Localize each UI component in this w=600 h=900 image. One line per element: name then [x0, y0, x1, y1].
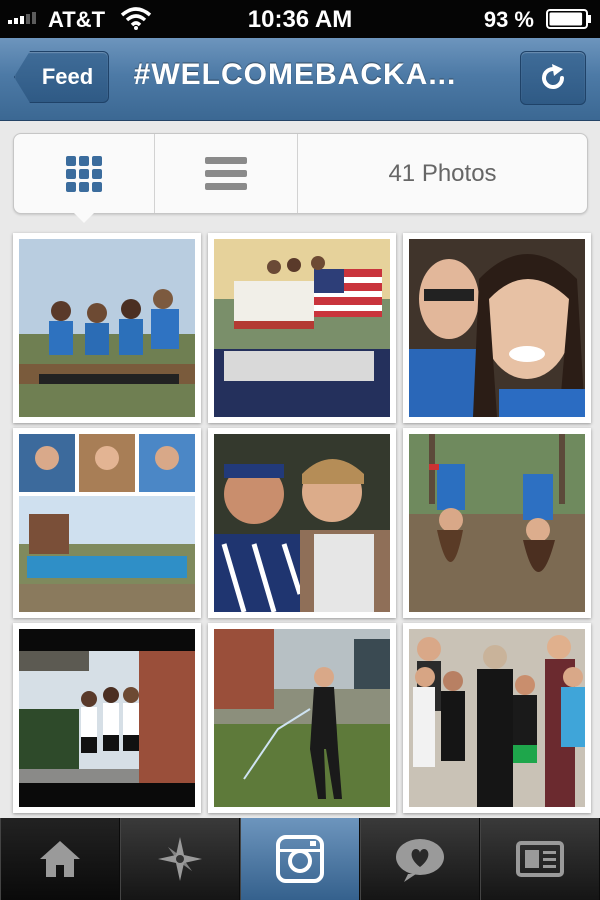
status-bar: AT&T 10:36 AM 93 % [0, 0, 600, 38]
grid-view-icon [66, 155, 102, 192]
tab-explore[interactable] [120, 818, 240, 900]
camera-icon [276, 835, 324, 883]
tab-activity[interactable] [360, 818, 480, 900]
photo-grid [0, 230, 600, 813]
list-view-icon [205, 156, 247, 190]
photo-image [19, 434, 195, 612]
tab-home[interactable] [0, 818, 120, 900]
battery-percentage: 93 % [483, 7, 534, 32]
refresh-icon [542, 64, 564, 89]
photo-image [214, 629, 390, 807]
photo-thumbnail[interactable] [403, 233, 591, 423]
photo-thumbnail[interactable] [13, 233, 201, 423]
photo-image [409, 629, 585, 807]
home-icon [40, 841, 80, 877]
grid-view-button[interactable] [14, 134, 155, 213]
photo-image [19, 239, 195, 417]
photo-thumbnail[interactable] [13, 428, 201, 618]
activity-heart-icon [396, 839, 444, 882]
photo-image [214, 239, 390, 417]
refresh-button[interactable] [520, 51, 586, 105]
profile-card-icon [516, 841, 564, 877]
photo-image [214, 434, 390, 613]
list-view-button[interactable] [155, 134, 298, 213]
photo-thumbnail[interactable] [403, 428, 591, 618]
navigation-bar: Feed #WELCOMEBACKA... [0, 38, 600, 121]
tab-camera[interactable] [240, 818, 360, 900]
photo-thumbnail[interactable] [403, 623, 591, 813]
photo-image [409, 434, 585, 612]
explore-star-icon [158, 837, 202, 881]
battery-icon [546, 9, 591, 29]
selected-view-pointer [72, 211, 96, 223]
page-title: #WELCOMEBACKA... [133, 58, 457, 91]
photo-image [409, 239, 585, 417]
photo-thumbnail[interactable] [13, 623, 201, 813]
tab-bar [0, 818, 600, 900]
photo-thumbnail[interactable] [208, 623, 396, 813]
photo-thumbnail[interactable] [208, 233, 396, 423]
feed-back-button[interactable]: Feed [14, 51, 109, 103]
photo-thumbnail[interactable] [208, 428, 396, 618]
view-mode-toggle: 41 Photos [13, 133, 588, 214]
tab-profile[interactable] [480, 818, 600, 900]
photo-image [19, 629, 195, 807]
photo-count-label: 41 Photos [388, 159, 497, 187]
